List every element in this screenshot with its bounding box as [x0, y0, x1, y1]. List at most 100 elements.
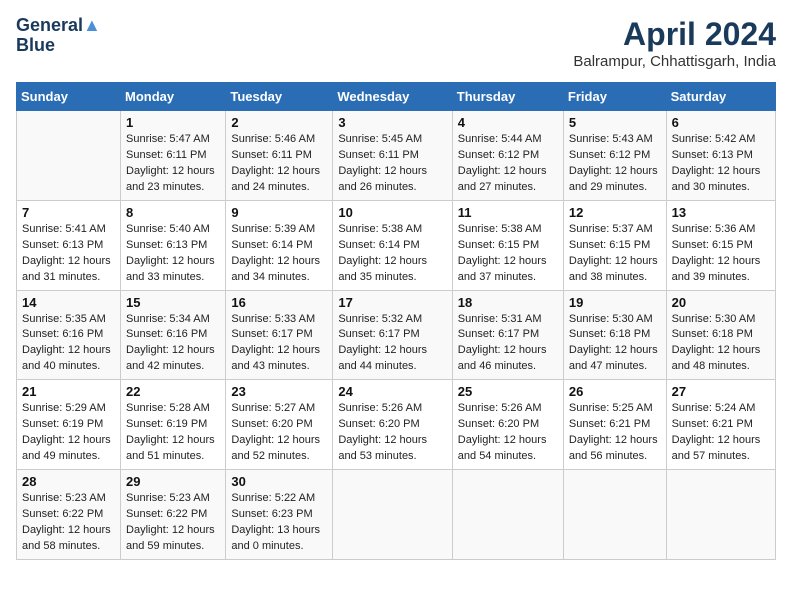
- calendar-week-row: 21 Sunrise: 5:29 AMSunset: 6:19 PMDayligh…: [17, 380, 776, 470]
- cell-info: Sunrise: 5:43 AMSunset: 6:12 PMDaylight:…: [569, 132, 661, 196]
- cell-info: Sunrise: 5:42 AMSunset: 6:13 PMDaylight:…: [672, 132, 770, 196]
- month-title: April 2024: [573, 16, 776, 53]
- page-header: General▲Blue April 2024 Balrampur, Chhat…: [16, 16, 776, 70]
- calendar-week-row: 1 Sunrise: 5:47 AMSunset: 6:11 PMDaylight…: [17, 111, 776, 201]
- cell-info: Sunrise: 5:31 AMSunset: 6:17 PMDaylight:…: [458, 312, 558, 376]
- calendar-cell: 26Sunrise: 5:25 AMSunset: 6:21 PMDayligh…: [563, 380, 666, 470]
- calendar-week-row: 7Sunrise: 5:41 AMSunset: 6:13 PMDaylight…: [17, 200, 776, 290]
- cell-info: Sunrise: 5:25 AMSunset: 6:21 PMDaylight:…: [569, 401, 661, 465]
- calendar-cell: 6 Sunrise: 5:42 AMSunset: 6:13 PMDaylight…: [666, 111, 775, 201]
- cell-info: Sunrise: 5:40 AMSunset: 6:13 PMDaylight:…: [126, 222, 220, 286]
- column-header-thursday: Thursday: [452, 83, 563, 111]
- logo: General▲Blue: [16, 16, 101, 56]
- cell-info: Sunrise: 5:26 AMSunset: 6:20 PMDaylight:…: [338, 401, 446, 465]
- calendar-week-row: 14Sunrise: 5:35 AMSunset: 6:16 PMDayligh…: [17, 290, 776, 380]
- calendar-cell: 11 Sunrise: 5:38 AMSunset: 6:15 PMDayligh…: [452, 200, 563, 290]
- cell-info: Sunrise: 5:29 AMSunset: 6:19 PMDaylight:…: [22, 401, 115, 465]
- cell-info: Sunrise: 5:44 AMSunset: 6:12 PMDaylight:…: [458, 132, 558, 196]
- calendar-cell: 16 Sunrise: 5:33 AMSunset: 6:17 PMDayligh…: [226, 290, 333, 380]
- calendar-cell: 20 Sunrise: 5:30 AMSunset: 6:18 PMDayligh…: [666, 290, 775, 380]
- column-header-sunday: Sunday: [17, 83, 121, 111]
- cell-info: Sunrise: 5:38 AMSunset: 6:15 PMDaylight:…: [458, 222, 558, 286]
- date-number: 20: [672, 295, 770, 310]
- date-number: 21: [22, 384, 115, 399]
- calendar-cell: 8Sunrise: 5:40 AMSunset: 6:13 PMDaylight…: [121, 200, 226, 290]
- date-number: 22: [126, 384, 220, 399]
- calendar-cell: 5 Sunrise: 5:43 AMSunset: 6:12 PMDaylight…: [563, 111, 666, 201]
- date-number: 10: [338, 205, 446, 220]
- cell-info: Sunrise: 5:24 AMSunset: 6:21 PMDaylight:…: [672, 401, 770, 465]
- calendar-cell: 12Sunrise: 5:37 AMSunset: 6:15 PMDayligh…: [563, 200, 666, 290]
- date-number: 1: [126, 115, 220, 130]
- calendar-week-row: 28 Sunrise: 5:23 AMSunset: 6:22 PMDayligh…: [17, 470, 776, 560]
- calendar-cell: 27 Sunrise: 5:24 AMSunset: 6:21 PMDayligh…: [666, 380, 775, 470]
- date-number: 5: [569, 115, 661, 130]
- calendar-cell: 29Sunrise: 5:23 AMSunset: 6:22 PMDayligh…: [121, 470, 226, 560]
- calendar-cell: [17, 111, 121, 201]
- calendar-cell: 1 Sunrise: 5:47 AMSunset: 6:11 PMDaylight…: [121, 111, 226, 201]
- date-number: 13: [672, 205, 770, 220]
- date-number: 27: [672, 384, 770, 399]
- column-header-tuesday: Tuesday: [226, 83, 333, 111]
- cell-info: Sunrise: 5:33 AMSunset: 6:17 PMDaylight:…: [231, 312, 327, 376]
- calendar-cell: 14Sunrise: 5:35 AMSunset: 6:16 PMDayligh…: [17, 290, 121, 380]
- calendar-cell: 9 Sunrise: 5:39 AMSunset: 6:14 PMDaylight…: [226, 200, 333, 290]
- calendar-header-row: SundayMondayTuesdayWednesdayThursdayFrid…: [17, 83, 776, 111]
- calendar-cell: 18 Sunrise: 5:31 AMSunset: 6:17 PMDayligh…: [452, 290, 563, 380]
- date-number: 7: [22, 205, 115, 220]
- cell-info: Sunrise: 5:32 AMSunset: 6:17 PMDaylight:…: [338, 312, 446, 376]
- column-header-wednesday: Wednesday: [333, 83, 452, 111]
- date-number: 2: [231, 115, 327, 130]
- cell-info: Sunrise: 5:27 AMSunset: 6:20 PMDaylight:…: [231, 401, 327, 465]
- date-number: 28: [22, 474, 115, 489]
- cell-info: Sunrise: 5:34 AMSunset: 6:16 PMDaylight:…: [126, 312, 220, 376]
- calendar-cell: [563, 470, 666, 560]
- calendar-cell: 7Sunrise: 5:41 AMSunset: 6:13 PMDaylight…: [17, 200, 121, 290]
- cell-info: Sunrise: 5:39 AMSunset: 6:14 PMDaylight:…: [231, 222, 327, 286]
- calendar-cell: [666, 470, 775, 560]
- cell-info: Sunrise: 5:38 AMSunset: 6:14 PMDaylight:…: [338, 222, 446, 286]
- cell-info: Sunrise: 5:23 AMSunset: 6:22 PMDaylight:…: [126, 491, 220, 555]
- calendar-cell: 24 Sunrise: 5:26 AMSunset: 6:20 PMDayligh…: [333, 380, 452, 470]
- cell-info: Sunrise: 5:45 AMSunset: 6:11 PMDaylight:…: [338, 132, 446, 196]
- cell-info: Sunrise: 5:28 AMSunset: 6:19 PMDaylight:…: [126, 401, 220, 465]
- cell-info: Sunrise: 5:46 AMSunset: 6:11 PMDaylight:…: [231, 132, 327, 196]
- calendar-cell: 23 Sunrise: 5:27 AMSunset: 6:20 PMDayligh…: [226, 380, 333, 470]
- cell-info: Sunrise: 5:37 AMSunset: 6:15 PMDaylight:…: [569, 222, 661, 286]
- date-number: 16: [231, 295, 327, 310]
- date-number: 3: [338, 115, 446, 130]
- cell-info: Sunrise: 5:22 AMSunset: 6:23 PMDaylight:…: [231, 491, 327, 555]
- calendar-cell: 19Sunrise: 5:30 AMSunset: 6:18 PMDayligh…: [563, 290, 666, 380]
- date-number: 23: [231, 384, 327, 399]
- calendar-cell: 13Sunrise: 5:36 AMSunset: 6:15 PMDayligh…: [666, 200, 775, 290]
- cell-info: Sunrise: 5:26 AMSunset: 6:20 PMDaylight:…: [458, 401, 558, 465]
- cell-info: Sunrise: 5:47 AMSunset: 6:11 PMDaylight:…: [126, 132, 220, 196]
- calendar-cell: 25 Sunrise: 5:26 AMSunset: 6:20 PMDayligh…: [452, 380, 563, 470]
- cell-info: Sunrise: 5:30 AMSunset: 6:18 PMDaylight:…: [672, 312, 770, 376]
- calendar-cell: 28Sunrise: 5:23 AMSunset: 6:22 PMDayligh…: [17, 470, 121, 560]
- date-number: 15: [126, 295, 220, 310]
- calendar-cell: [452, 470, 563, 560]
- date-number: 18: [458, 295, 558, 310]
- column-header-monday: Monday: [121, 83, 226, 111]
- calendar-table: SundayMondayTuesdayWednesdayThursdayFrid…: [16, 82, 776, 560]
- location-subtitle: Balrampur, Chhattisgarh, India: [573, 53, 776, 70]
- date-number: 14: [22, 295, 115, 310]
- calendar-cell: 22 Sunrise: 5:28 AMSunset: 6:19 PMDayligh…: [121, 380, 226, 470]
- date-number: 25: [458, 384, 558, 399]
- title-block: April 2024 Balrampur, Chhattisgarh, Indi…: [573, 16, 776, 70]
- date-number: 17: [338, 295, 446, 310]
- date-number: 30: [231, 474, 327, 489]
- calendar-cell: 17 Sunrise: 5:32 AMSunset: 6:17 PMDayligh…: [333, 290, 452, 380]
- column-header-saturday: Saturday: [666, 83, 775, 111]
- calendar-cell: 2 Sunrise: 5:46 AMSunset: 6:11 PMDaylight…: [226, 111, 333, 201]
- calendar-cell: 15 Sunrise: 5:34 AMSunset: 6:16 PMDayligh…: [121, 290, 226, 380]
- date-number: 6: [672, 115, 770, 130]
- calendar-cell: 30 Sunrise: 5:22 AMSunset: 6:23 PMDayligh…: [226, 470, 333, 560]
- calendar-cell: 3 Sunrise: 5:45 AMSunset: 6:11 PMDaylight…: [333, 111, 452, 201]
- date-number: 9: [231, 205, 327, 220]
- date-number: 11: [458, 205, 558, 220]
- cell-info: Sunrise: 5:30 AMSunset: 6:18 PMDaylight:…: [569, 312, 661, 376]
- date-number: 24: [338, 384, 446, 399]
- calendar-cell: 4Sunrise: 5:44 AMSunset: 6:12 PMDaylight…: [452, 111, 563, 201]
